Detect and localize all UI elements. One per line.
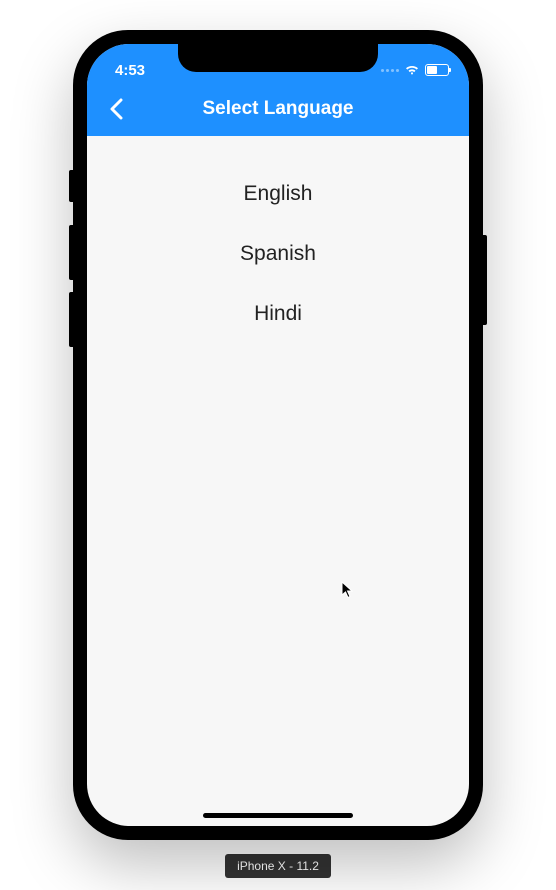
- device-power-button: [483, 235, 487, 325]
- device-notch: [178, 44, 378, 72]
- device-silence-switch: [69, 170, 73, 202]
- language-option-hindi[interactable]: Hindi: [87, 284, 469, 344]
- language-option-spanish[interactable]: Spanish: [87, 224, 469, 284]
- home-indicator[interactable]: [203, 813, 353, 818]
- device-volume-up: [69, 225, 73, 280]
- device-volume-down: [69, 292, 73, 347]
- cellular-signal-icon: [381, 69, 399, 72]
- screen: 4:53: [87, 44, 469, 826]
- mouse-cursor-icon: [341, 581, 355, 604]
- back-button[interactable]: [101, 94, 131, 124]
- device-frame: 4:53: [73, 30, 483, 840]
- page-title: Select Language: [103, 98, 453, 120]
- battery-icon: [425, 64, 449, 76]
- wifi-icon: [404, 64, 420, 76]
- chevron-left-icon: [109, 98, 123, 120]
- device-label: iPhone X - 11.2: [225, 854, 331, 878]
- language-list: English Spanish Hindi: [87, 136, 469, 344]
- nav-bar: Select Language: [87, 88, 469, 136]
- language-option-english[interactable]: English: [87, 164, 469, 224]
